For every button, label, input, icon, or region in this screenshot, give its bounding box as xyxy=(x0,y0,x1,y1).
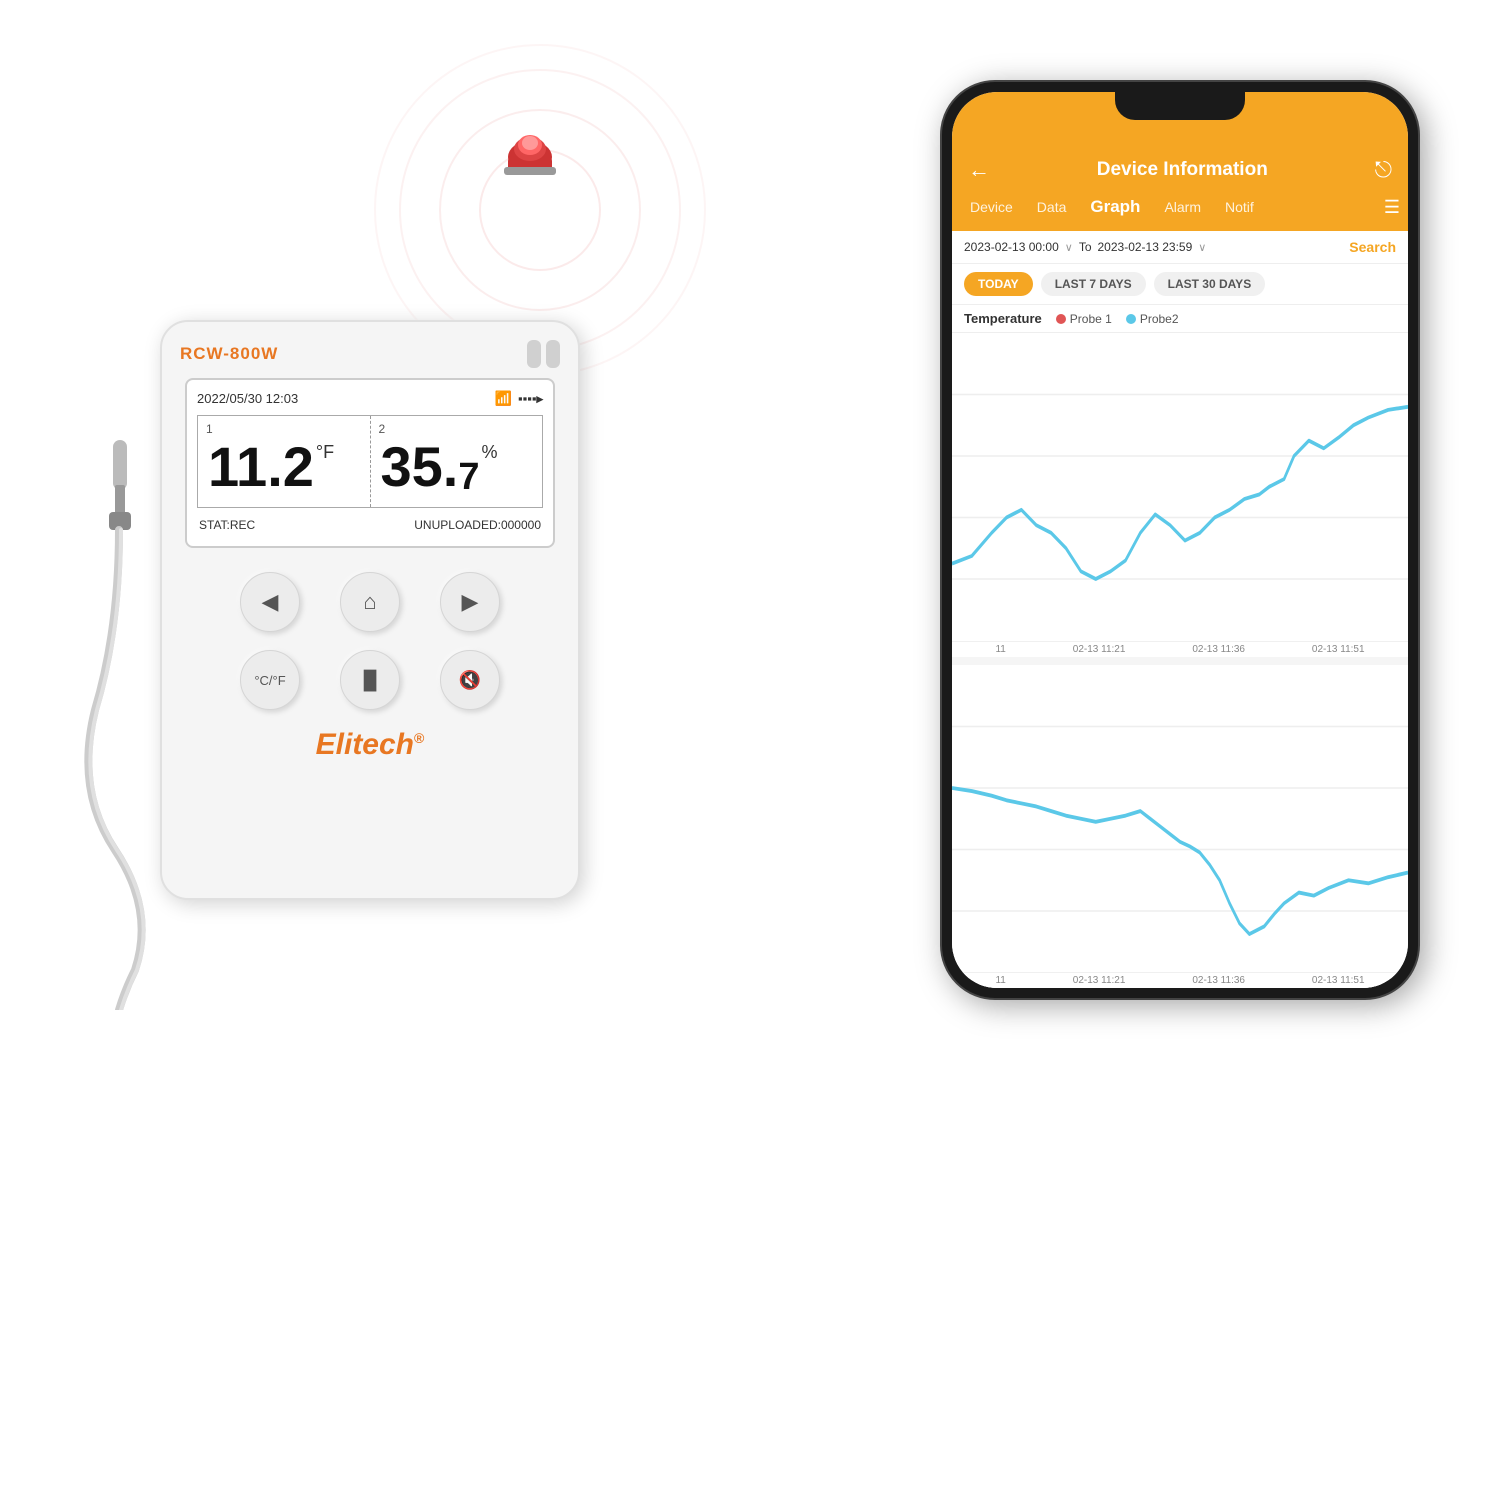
from-date: 2023-02-13 00:00 xyxy=(964,240,1059,254)
tab-graph[interactable]: Graph xyxy=(1080,193,1150,221)
channel2-num: 2 xyxy=(379,422,386,436)
legend-row: Temperature Probe 1 Probe2 xyxy=(952,305,1408,333)
chart-divider xyxy=(952,657,1408,665)
brand-registered: ® xyxy=(414,730,424,746)
channel1-reading: 1 11.2 °F xyxy=(198,416,371,507)
to-date: 2023-02-13 23:59 xyxy=(1098,240,1193,254)
slot-2 xyxy=(546,340,560,368)
probe2-label: Probe2 xyxy=(1140,312,1179,326)
x-label-b2: 02-13 11:21 xyxy=(1073,975,1126,986)
search-button[interactable]: Search xyxy=(1349,239,1396,255)
menu-icon[interactable]: ☰ xyxy=(1384,197,1400,218)
right-button[interactable]: ▶ xyxy=(440,572,500,632)
datetime-display: 2022/05/30 12:03 xyxy=(197,391,298,406)
x-label-b4: 02-13 11:51 xyxy=(1312,975,1365,986)
filter-row: TODAY LAST 7 DAYS LAST 30 DAYS xyxy=(952,264,1408,305)
to-date-arrow[interactable]: ∨ xyxy=(1198,241,1206,254)
x-label-2: 02-13 11:21 xyxy=(1073,644,1126,655)
app-header: ← Device Information ⎋ xyxy=(952,147,1408,193)
filter-today[interactable]: TODAY xyxy=(964,272,1033,296)
top-chart-labels: 11 02-13 11:21 02-13 11:36 02-13 11:51 xyxy=(952,642,1408,657)
brand-name: Elitech xyxy=(316,728,414,761)
tab-alarm[interactable]: Alarm xyxy=(1154,195,1211,219)
channel2-value: 35.7 xyxy=(381,434,480,499)
channel2-unit: % xyxy=(482,442,498,463)
from-date-arrow[interactable]: ∨ xyxy=(1065,241,1073,254)
battery-icon: ▪▪▪▪▸ xyxy=(518,391,543,407)
wifi-icon: 📶 xyxy=(495,390,512,407)
device-slots xyxy=(527,340,560,368)
phone-notch-area xyxy=(952,92,1408,147)
channel1-num: 1 xyxy=(206,422,213,436)
unuploaded-display: UNUPLOADED:000000 xyxy=(414,518,541,532)
filter-30days[interactable]: LAST 30 DAYS xyxy=(1154,272,1266,296)
smartphone: ← Device Information ⎋ Device Data Graph… xyxy=(940,80,1420,1000)
x-label-4: 02-13 11:51 xyxy=(1312,644,1365,655)
phone-notch xyxy=(1115,92,1245,120)
lcd-screen: 2022/05/30 12:03 📶 ▪▪▪▪▸ 1 11.2 °F xyxy=(185,378,555,548)
home-button[interactable]: ⌂ xyxy=(340,572,400,632)
app-title: Device Information xyxy=(990,159,1375,181)
legend-label: Temperature xyxy=(964,311,1042,326)
filter-7days[interactable]: LAST 7 DAYS xyxy=(1041,272,1146,296)
tab-device[interactable]: Device xyxy=(960,195,1023,219)
legend-probe2: Probe2 xyxy=(1126,312,1179,326)
slot-1 xyxy=(527,340,541,368)
x-label-1: 11 xyxy=(995,644,1005,655)
channel1-unit: °F xyxy=(316,442,334,463)
channel2-reading: 2 35.7 % xyxy=(371,416,543,507)
x-label-b1: 11 xyxy=(995,975,1005,986)
unit-toggle-button[interactable]: °C/°F xyxy=(240,650,300,710)
brand-logo: Elitech® xyxy=(316,728,425,762)
probe1-label: Probe 1 xyxy=(1070,312,1112,326)
channel1-value: 11.2 xyxy=(208,434,314,499)
left-button[interactable]: ◀ xyxy=(240,572,300,632)
bottom-chart xyxy=(952,665,1408,974)
to-label: To xyxy=(1079,240,1092,254)
physical-device: RCW-800W 2022/05/30 12:03 📶 ▪▪▪▪▸ xyxy=(160,320,580,900)
tab-data[interactable]: Data xyxy=(1027,195,1077,219)
bottom-chart-labels: 11 02-13 11:21 02-13 11:36 02-13 11:51 xyxy=(952,973,1408,988)
record-button[interactable]: ▐▌ xyxy=(340,650,400,710)
alarm-siren-icon xyxy=(490,105,570,185)
device-model: RCW-800W xyxy=(180,344,278,364)
legend-probe1: Probe 1 xyxy=(1056,312,1112,326)
probe1-dot xyxy=(1056,314,1066,324)
tab-notif[interactable]: Notif xyxy=(1215,195,1264,219)
top-chart xyxy=(952,333,1408,642)
nav-tabs: Device Data Graph Alarm Notif ☰ xyxy=(952,193,1408,231)
x-label-3: 02-13 11:36 xyxy=(1192,644,1245,655)
probe2-dot xyxy=(1126,314,1136,324)
date-range-row: 2023-02-13 00:00 ∨ To 2023-02-13 23:59 ∨… xyxy=(952,231,1408,264)
mute-button[interactable]: 🔇 xyxy=(440,650,500,710)
back-button[interactable]: ← xyxy=(968,157,990,183)
share-button[interactable]: ⎋ xyxy=(1375,157,1392,183)
chart-area: 11 02-13 11:21 02-13 11:36 02-13 11:51 xyxy=(952,333,1408,988)
x-label-b3: 02-13 11:36 xyxy=(1192,975,1245,986)
status-display: STAT:REC xyxy=(199,518,255,532)
device-buttons: ◀ ⌂ ▶ °C/°F ▐▌ 🔇 xyxy=(180,572,560,710)
